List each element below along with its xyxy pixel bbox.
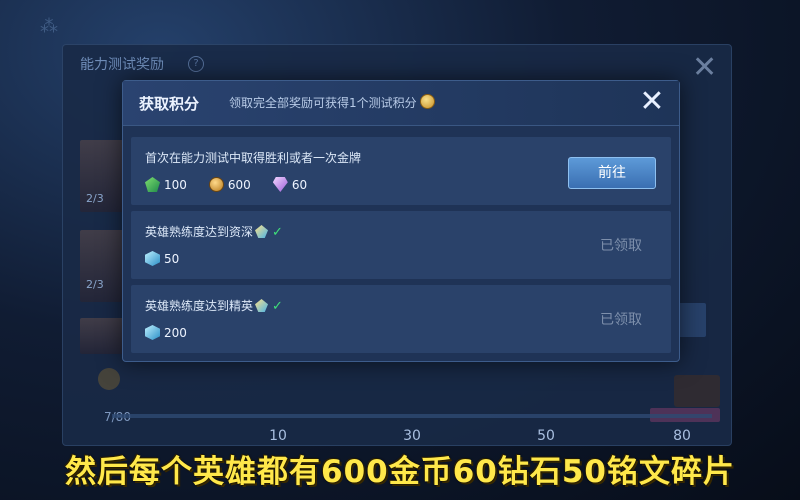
check-icon: ✓ [272, 225, 283, 240]
milestone-label: 30 [403, 428, 421, 444]
task-row: 英雄熟练度达到资深 ✓ 50 已领取 [131, 211, 671, 279]
dialog-header: 获取积分 领取完全部奖励可获得1个测试积分 ✕ [123, 81, 679, 126]
hero-card-count: 2/3 [86, 278, 104, 291]
reward-value: 100 [164, 177, 187, 192]
reward-item: 60 [272, 177, 308, 192]
background-button [678, 303, 706, 337]
background-panel-title: 能力测试奖励 [80, 57, 164, 73]
reward-item: 50 [145, 251, 179, 266]
test-point-icon [419, 94, 435, 109]
hero-card[interactable] [80, 230, 124, 302]
task-rewards: 200 [145, 325, 187, 340]
reward-value: 600 [227, 177, 251, 192]
proficiency-badge-icon [255, 225, 269, 238]
task-row: 首次在能力测试中取得胜利或者一次金牌 100 600 60 前往 [131, 137, 671, 205]
reward-value: 50 [164, 251, 180, 266]
task-title: 首次在能力测试中取得胜利或者一次金牌 [145, 151, 362, 165]
go-button[interactable]: 前往 [568, 157, 656, 189]
dialog-hint-text: 领取完全部奖励可获得1个测试积分 [229, 96, 417, 110]
milestone-label: 10 [269, 428, 287, 444]
reward-item: 200 [145, 325, 187, 340]
task-row: 英雄熟练度达到精英 ✓ 200 已领取 [131, 285, 671, 353]
progress-track [112, 414, 712, 418]
reward-value: 200 [164, 325, 187, 340]
hero-card-count: 2/3 [86, 192, 104, 205]
background-close-icon[interactable]: ✕ [692, 53, 717, 83]
claimed-status: 已领取 [600, 238, 642, 254]
coin-icon [208, 177, 224, 192]
background-banner: ⁂ [40, 16, 60, 37]
dialog-title: 获取积分 [139, 95, 200, 113]
close-button[interactable]: ✕ [637, 87, 667, 117]
task-title-wrap: 英雄熟练度达到资深 ✓ [145, 223, 283, 240]
earn-points-dialog: 获取积分 领取完全部奖励可获得1个测试积分 ✕ 首次在能力测试中取得胜利或者一次… [122, 80, 680, 362]
help-icon[interactable]: ? [188, 56, 204, 72]
inscription-shard-icon [145, 251, 160, 266]
treasure-chest-icon[interactable] [674, 375, 720, 407]
check-icon: ✓ [272, 299, 283, 314]
task-rewards: 100 600 60 [145, 177, 307, 192]
task-title-wrap: 英雄熟练度达到精英 ✓ [145, 297, 283, 314]
dialog-hint: 领取完全部奖励可获得1个测试积分 [229, 94, 435, 111]
proficiency-badge-icon [255, 299, 269, 312]
reward-item: 100 [145, 177, 187, 192]
claimed-status: 已领取 [600, 312, 642, 328]
gem-green-icon [145, 177, 160, 192]
reward-value: 60 [291, 177, 308, 192]
reward-item: 600 [208, 177, 251, 192]
diamond-icon [272, 177, 288, 192]
task-title: 英雄熟练度达到资深 [145, 225, 254, 239]
task-title: 英雄熟练度达到精英 [145, 299, 254, 313]
inscription-shard-icon [145, 325, 160, 340]
task-rewards: 50 [145, 251, 179, 266]
video-subtitle: 然后每个英雄都有600金币60钻石50铭文碎片 [65, 454, 735, 490]
hero-card[interactable] [80, 318, 124, 354]
coin-icon [98, 368, 120, 390]
milestone-label: 80 [673, 428, 691, 444]
milestone-label: 50 [537, 428, 555, 444]
